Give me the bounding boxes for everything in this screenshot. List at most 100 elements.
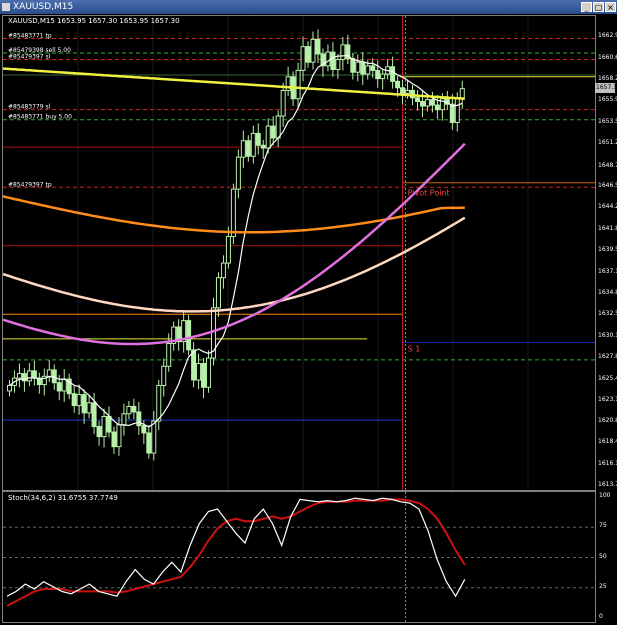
stochastic-label: Stoch(34,6,2) 31.6755 37.7749 [8, 494, 118, 502]
price-tick-label: 1637.15 [598, 267, 617, 275]
candle-bear [400, 87, 406, 94]
close-button[interactable]: × [605, 2, 616, 12]
candle-bull [325, 51, 331, 67]
candle-bull [365, 65, 371, 75]
candle-bull [380, 73, 386, 80]
price-tick-label: 1641.85 [598, 224, 617, 232]
candle-bull [240, 140, 246, 158]
candle-bull [355, 61, 361, 73]
maximize-button[interactable]: □ [593, 2, 604, 12]
chart-ohlc: 1653.95 1657.30 1653.95 1657.30 [57, 17, 180, 25]
stoch-level-label: 25 [599, 582, 607, 590]
candle-bull [196, 363, 202, 381]
order-label: #85483771 tp [8, 32, 52, 39]
candle-bull [215, 277, 221, 309]
price-tick-label: 1623.15 [598, 395, 617, 403]
window-title: XAUUSD,M15 [13, 2, 74, 12]
candle-bull [121, 413, 127, 426]
price-tick-label: 1660.60 [598, 53, 617, 61]
candle-bull [206, 357, 212, 388]
price-tick-label: 1639.50 [598, 246, 617, 254]
s1-label: S 1 [408, 345, 421, 354]
price-tick-label: 1632.50 [598, 310, 617, 318]
price-tick-label: 1634.80 [598, 289, 617, 297]
order-label: #85483779 sl [8, 104, 51, 111]
price-tick-label: 1630.15 [598, 331, 617, 339]
price-tick-label: 1627.80 [598, 353, 617, 361]
candle-bear [305, 46, 311, 63]
candle-bull [126, 405, 132, 415]
candle-bear [360, 61, 366, 75]
candle-bear [245, 140, 251, 157]
candle-bear [51, 369, 57, 384]
candle-bear [96, 426, 102, 438]
candle-bull [335, 58, 341, 70]
candle-bear [434, 104, 440, 111]
candle-bull [151, 420, 157, 454]
candle-bear [141, 425, 147, 434]
stoch-level-label: 0 [599, 613, 603, 620]
candle-bull [76, 394, 82, 407]
candle-bull [116, 424, 122, 448]
candle-bull [156, 384, 162, 422]
candle-bull [86, 402, 92, 414]
candle-bull [265, 125, 271, 149]
candle-bear [260, 144, 266, 149]
candle-bear [71, 393, 77, 407]
stochastic-svg [3, 492, 595, 622]
candle-bear [375, 69, 381, 80]
stoch-main-line [6, 497, 466, 598]
candle-bull [230, 188, 236, 238]
candle-bear [146, 432, 152, 454]
candle-bull [340, 44, 346, 60]
candle-bear [315, 38, 321, 55]
candle-bear [390, 66, 396, 82]
pivot-point-label: Pivot Point [408, 188, 450, 197]
candle-bull [424, 99, 430, 107]
order-label: #85483771 buy 5.00 [8, 114, 72, 121]
candle-bull [166, 342, 172, 367]
window-titlebar: XAUUSD,M15 _ □ × [0, 0, 617, 14]
window-buttons: _ □ × [581, 0, 617, 14]
candle-bull [46, 369, 52, 377]
price-tick-label: 1613.79 [598, 481, 617, 488]
candle-bear [111, 431, 117, 448]
candle-bull [6, 384, 12, 392]
candle-bull [101, 416, 107, 438]
candle-bear [449, 103, 455, 123]
candle-bear [350, 58, 356, 73]
price-tick-label: 1644.20 [598, 203, 617, 211]
candle-bull [250, 132, 256, 157]
candle-bear [131, 405, 137, 413]
candle-bull [405, 89, 411, 94]
price-tick-label: 1655.90 [598, 96, 617, 104]
candle-bull [61, 378, 67, 392]
price-tick-label: 1662.95 [598, 32, 617, 40]
price-tick-label: 1618.45 [598, 438, 617, 446]
stochastic-panel[interactable]: Stoch(34,6,2) 31.6755 37.7749 [2, 491, 596, 623]
price-tick-label: 1620.80 [598, 416, 617, 424]
stoch-level-label: 75 [599, 522, 607, 530]
candle-bear [91, 402, 97, 428]
candle-bull [225, 236, 231, 264]
price-tick-label: 1648.70 [598, 162, 617, 170]
price-chart-panel[interactable]: #85483771 tp #85479398 sell 5.00 #85479397… [2, 15, 596, 491]
candle-bull [275, 115, 281, 139]
candle-bear [186, 320, 192, 351]
price-tick-label: 1651.20 [598, 139, 617, 147]
chart-header: XAUUSD,M15 1653.95 1657.30 1653.95 1657.… [8, 17, 180, 25]
candle-bear [395, 80, 401, 89]
candle-bull [161, 365, 167, 386]
candle-bull [454, 97, 460, 123]
ma-fast-line [9, 54, 463, 428]
candle-bull [459, 88, 465, 99]
stochastic-axis: 100 75 50 25 0 [596, 491, 617, 623]
candle-bear [330, 51, 336, 70]
candle-bear [106, 416, 112, 433]
candle-bull [16, 373, 22, 379]
candle-bull [220, 262, 226, 279]
candle-bull [310, 38, 316, 63]
candle-bull [295, 69, 301, 100]
candle-bear [56, 382, 62, 392]
minimize-button[interactable]: _ [581, 2, 592, 12]
